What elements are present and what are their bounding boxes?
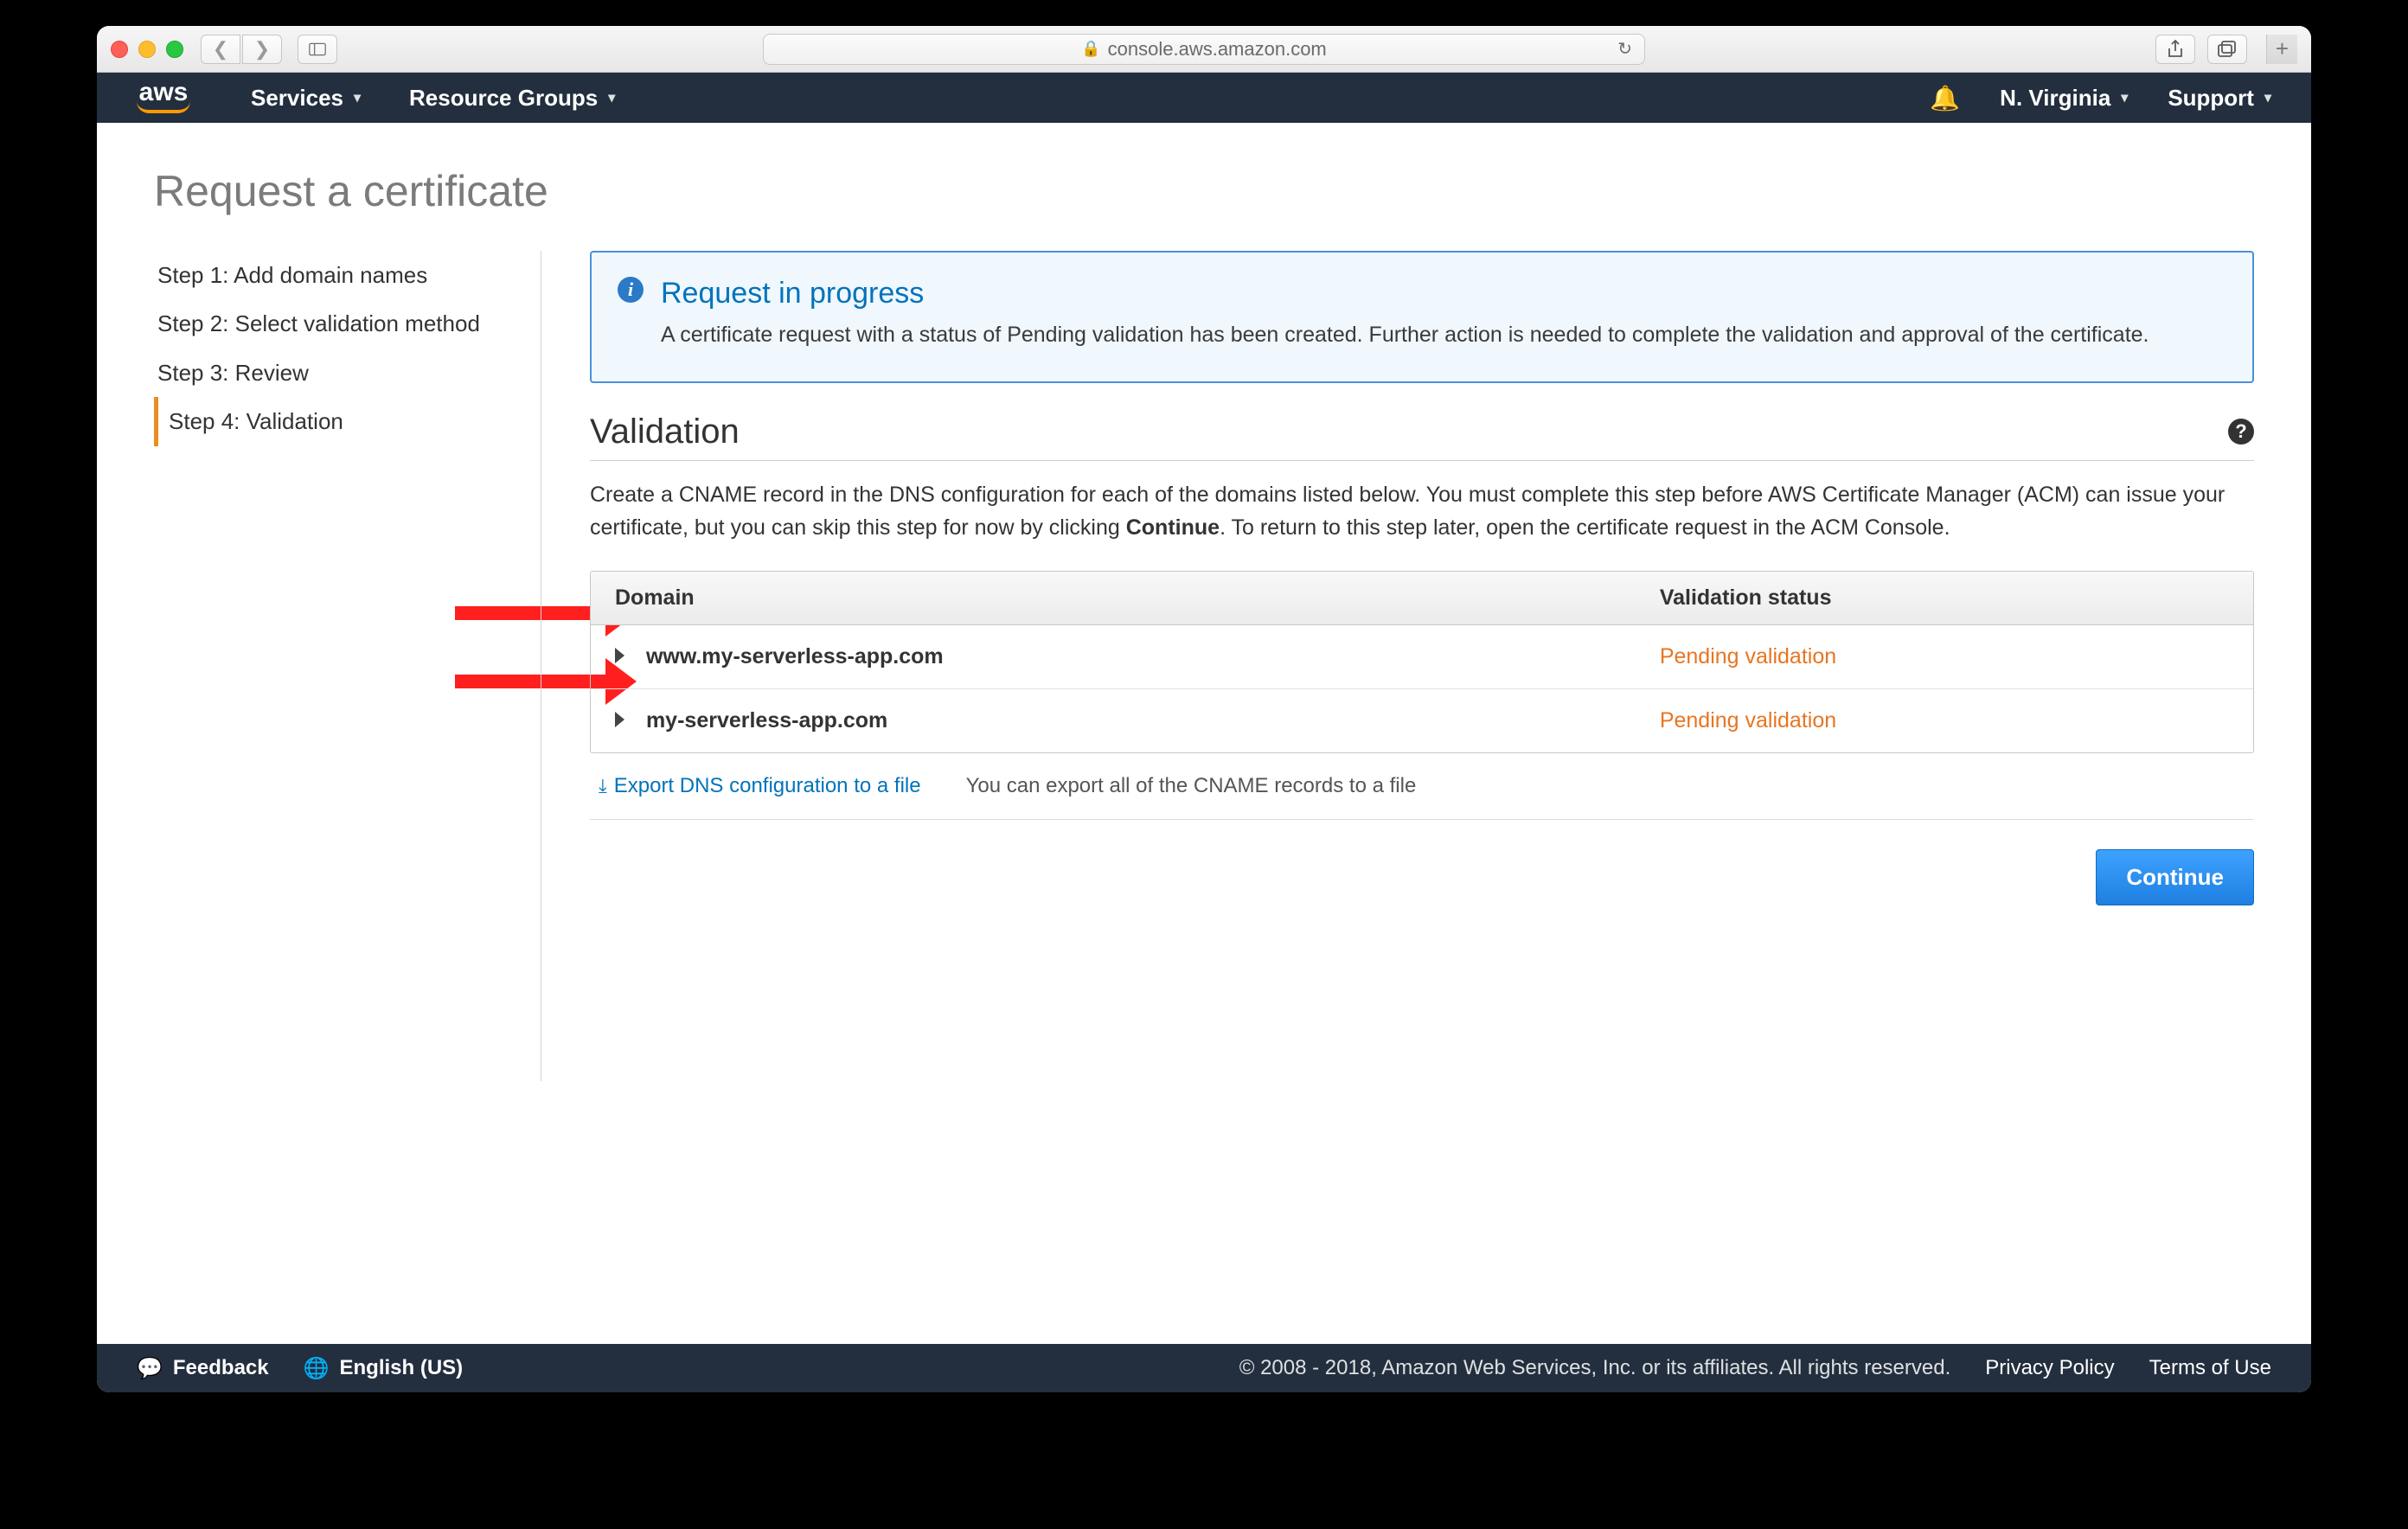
copyright-text: © 2008 - 2018, Amazon Web Services, Inc.…	[1239, 1356, 1951, 1380]
info-title: Request in progress	[661, 277, 2221, 310]
nav-services[interactable]: Services ▾	[251, 85, 361, 112]
nav-back-forward: ❮ ❯	[201, 35, 282, 64]
sidebar-icon	[309, 42, 326, 56]
language-label: English (US)	[340, 1356, 464, 1380]
chevron-down-icon: ▾	[2264, 89, 2271, 106]
aws-navbar: aws Services ▾ Resource Groups ▾ 🔔 N. Vi…	[97, 73, 2311, 123]
footer-right: © 2008 - 2018, Amazon Web Services, Inc.…	[1239, 1356, 2271, 1380]
table-row[interactable]: my-serverless-app.com Pending validation	[591, 689, 2253, 752]
col-domain-header: Domain	[591, 572, 1636, 624]
close-window-button[interactable]	[111, 41, 128, 58]
feedback-label: Feedback	[173, 1356, 269, 1380]
address-bar[interactable]: 🔒 console.aws.amazon.com ↻	[763, 34, 1645, 65]
terms-link[interactable]: Terms of Use	[2149, 1356, 2271, 1380]
aws-logo[interactable]: aws	[137, 82, 190, 113]
back-button[interactable]: ❮	[201, 35, 240, 64]
toolbar-right: +	[2155, 35, 2297, 64]
info-body: A certificate request with a status of P…	[661, 319, 2221, 352]
section-description: Create a CNAME record in the DNS configu…	[590, 478, 2254, 546]
nav-right: 🔔 N. Virginia ▾ Support ▾	[1930, 84, 2271, 112]
desc-bold: Continue	[1126, 515, 1220, 540]
url-text: console.aws.amazon.com	[1108, 38, 1327, 61]
nav-resource-groups[interactable]: Resource Groups ▾	[409, 85, 615, 112]
minimize-window-button[interactable]	[138, 41, 156, 58]
nav-region[interactable]: N. Virginia ▾	[2000, 85, 2128, 112]
tabs-icon	[2218, 41, 2237, 58]
aws-smile-icon	[137, 101, 190, 113]
aws-logo-text: aws	[139, 82, 189, 103]
nav-support-label: Support	[2168, 85, 2254, 112]
feedback-link[interactable]: 💬 Feedback	[137, 1356, 269, 1381]
export-note: You can export all of the CNAME records …	[966, 774, 1417, 798]
chevron-down-icon: ▾	[354, 89, 361, 106]
lock-icon: 🔒	[1081, 40, 1100, 58]
titlebar: ❮ ❯ 🔒 console.aws.amazon.com ↻ +	[97, 26, 2311, 73]
browser-window: ❮ ❯ 🔒 console.aws.amazon.com ↻ + aws	[97, 26, 2311, 1392]
step-3[interactable]: Step 3: Review	[154, 349, 523, 397]
globe-icon: 🌐	[304, 1356, 330, 1381]
desc-post: . To return to this step later, open the…	[1220, 515, 1950, 540]
main-content: i Request in progress A certificate requ…	[590, 251, 2254, 1081]
table-header: Domain Validation status	[591, 572, 2253, 625]
sidebar-toggle-button[interactable]	[298, 35, 337, 64]
domain-cell: my-serverless-app.com	[591, 689, 1636, 752]
layout: Step 1: Add domain names Step 2: Select …	[154, 251, 2254, 1081]
wizard-sidebar: Step 1: Add domain names Step 2: Select …	[154, 251, 541, 1081]
domain-name: www.my-serverless-app.com	[646, 644, 944, 669]
forward-button[interactable]: ❯	[242, 35, 282, 64]
share-icon	[2167, 40, 2184, 59]
domain-name: my-serverless-app.com	[646, 708, 887, 733]
status-cell: Pending validation	[1636, 689, 2253, 752]
action-row: Continue	[590, 849, 2254, 905]
footer-left: 💬 Feedback 🌐 English (US)	[137, 1356, 463, 1381]
nav-services-label: Services	[251, 85, 343, 112]
nav-region-label: N. Virginia	[2000, 85, 2110, 112]
aws-footer: 💬 Feedback 🌐 English (US) © 2008 - 2018,…	[97, 1344, 2311, 1392]
step-2[interactable]: Step 2: Select validation method	[154, 299, 523, 348]
expand-icon[interactable]	[615, 712, 624, 727]
table-row[interactable]: www.my-serverless-app.com Pending valida…	[591, 625, 2253, 689]
tabs-button[interactable]	[2207, 35, 2247, 64]
new-tab-button[interactable]: +	[2266, 35, 2297, 64]
page-title: Request a certificate	[154, 166, 2254, 216]
expand-icon[interactable]	[615, 648, 624, 663]
step-4[interactable]: Step 4: Validation	[154, 397, 523, 445]
info-box: i Request in progress A certificate requ…	[590, 251, 2254, 383]
chevron-down-icon: ▾	[608, 89, 615, 106]
page-body: Request a certificate Step 1: Add domain…	[97, 123, 2311, 1344]
info-icon: i	[618, 277, 644, 303]
share-button[interactable]	[2155, 35, 2195, 64]
export-row: ⤓ Export DNS configuration to a file You…	[590, 753, 2254, 820]
export-link-label: Export DNS configuration to a file	[614, 774, 921, 798]
chevron-down-icon: ▾	[2121, 89, 2128, 106]
section-title: Validation	[590, 413, 740, 451]
col-status-header: Validation status	[1636, 572, 2253, 624]
export-dns-link[interactable]: ⤓ Export DNS configuration to a file	[599, 774, 921, 798]
section-header: Validation ?	[590, 413, 2254, 461]
comment-icon: 💬	[137, 1356, 163, 1381]
privacy-link[interactable]: Privacy Policy	[1985, 1356, 2114, 1380]
nav-resource-groups-label: Resource Groups	[409, 85, 598, 112]
domain-cell: www.my-serverless-app.com	[591, 625, 1636, 688]
continue-button[interactable]: Continue	[2096, 849, 2254, 905]
language-selector[interactable]: 🌐 English (US)	[304, 1356, 464, 1381]
notifications-icon[interactable]: 🔔	[1930, 84, 1960, 112]
help-icon[interactable]: ?	[2228, 419, 2254, 445]
reload-icon[interactable]: ↻	[1617, 38, 1632, 60]
domain-table: Domain Validation status www.my-serverle…	[590, 571, 2254, 753]
status-cell: Pending validation	[1636, 625, 2253, 688]
download-icon: ⤓	[599, 775, 607, 797]
window-controls	[111, 41, 183, 58]
zoom-window-button[interactable]	[166, 41, 183, 58]
step-1[interactable]: Step 1: Add domain names	[154, 251, 523, 299]
nav-support[interactable]: Support ▾	[2168, 85, 2271, 112]
